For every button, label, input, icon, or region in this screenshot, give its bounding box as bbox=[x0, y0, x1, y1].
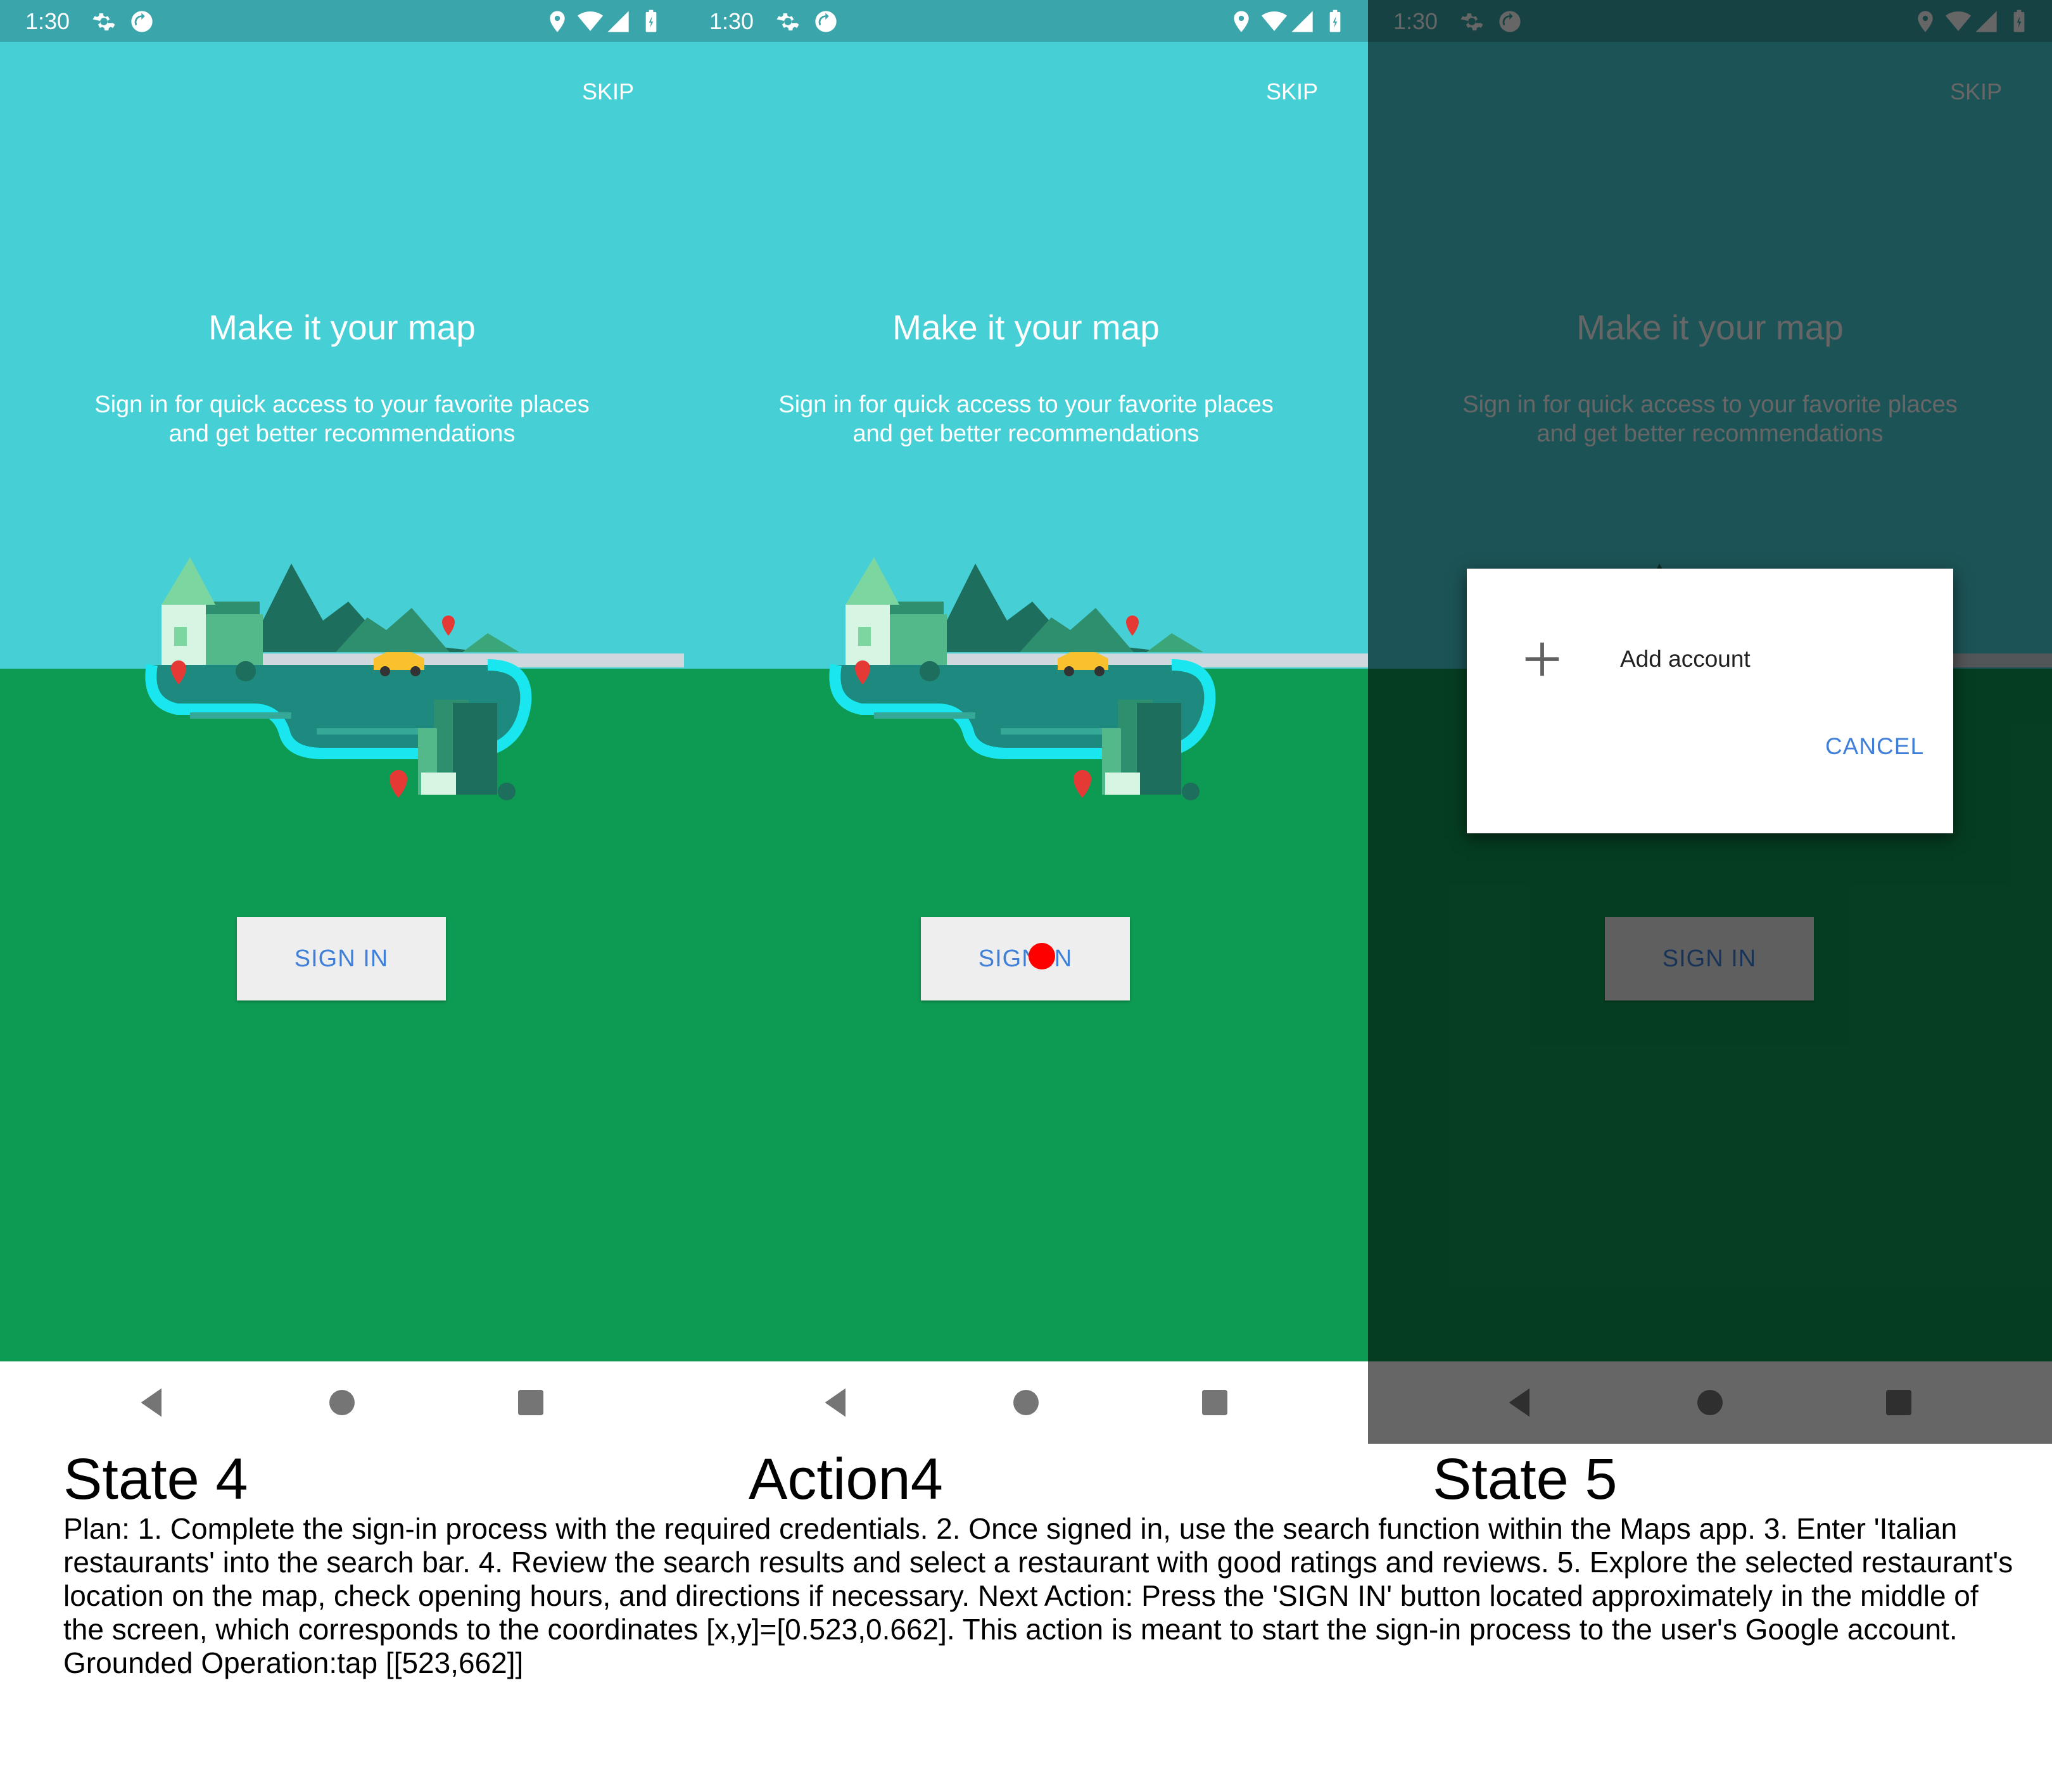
skip-button[interactable]: SKIP bbox=[1265, 77, 1319, 106]
headline: Make it your map bbox=[892, 308, 1160, 347]
phone-action-4: 1:30 SKIP Make it your map Sign in for q… bbox=[684, 0, 1368, 1444]
sync-icon bbox=[813, 9, 839, 34]
phone-state-5: 1:30 SKIP Make it your map Sign in for q… bbox=[1368, 0, 2052, 1444]
home-icon[interactable] bbox=[323, 1384, 361, 1422]
plan-description: Plan: 1. Complete the sign-in process wi… bbox=[63, 1512, 2013, 1679]
headline: Make it your map bbox=[208, 308, 476, 347]
status-bar: 1:30 bbox=[0, 0, 684, 42]
subtext: Sign in for quick access to your favorit… bbox=[0, 390, 684, 448]
add-account-option[interactable]: Add account bbox=[1620, 643, 1751, 675]
status-time: 1:30 bbox=[709, 8, 754, 34]
cancel-button[interactable]: CANCEL bbox=[1811, 731, 1938, 762]
phone-state-4: 1:30 SKIP Make it your map Sign in for q… bbox=[0, 0, 684, 1444]
battery-icon bbox=[638, 9, 664, 34]
map-illustration bbox=[133, 557, 684, 811]
map-illustration bbox=[817, 557, 1368, 811]
wifi-icon bbox=[1262, 9, 1287, 34]
account-dialog: Add account CANCEL bbox=[1467, 569, 1953, 833]
cell-signal-icon bbox=[605, 9, 631, 34]
caption-state-5: State 5 bbox=[1433, 1447, 1618, 1511]
tap-marker bbox=[1029, 943, 1055, 969]
caption-state-4: State 4 bbox=[63, 1447, 248, 1511]
back-icon[interactable] bbox=[133, 1384, 171, 1422]
subtext-line-2: and get better recommendations bbox=[852, 420, 1200, 447]
subtext: Sign in for quick access to your favorit… bbox=[684, 390, 1368, 448]
status-bar: 1:30 bbox=[684, 0, 1368, 42]
subtext-line-1: Sign in for quick access to your favorit… bbox=[94, 391, 590, 418]
recents-icon[interactable] bbox=[1196, 1384, 1234, 1422]
subtext-line-1: Sign in for quick access to your favorit… bbox=[778, 391, 1274, 418]
wifi-icon bbox=[578, 9, 603, 34]
battery-icon bbox=[1322, 9, 1348, 34]
settings-icon bbox=[91, 9, 117, 34]
navigation-bar bbox=[684, 1361, 1368, 1444]
navigation-bar bbox=[0, 1361, 684, 1444]
subtext-line-2: and get better recommendations bbox=[168, 420, 516, 447]
sync-icon bbox=[129, 9, 155, 34]
plus-icon[interactable] bbox=[1520, 637, 1564, 681]
home-icon[interactable] bbox=[1007, 1384, 1045, 1422]
recents-icon[interactable] bbox=[512, 1384, 550, 1422]
settings-icon bbox=[775, 9, 801, 34]
sign-in-button[interactable]: SIGN IN bbox=[237, 917, 446, 1000]
caption-action-4: Action4 bbox=[749, 1447, 943, 1511]
sign-in-button[interactable]: SIGN IN bbox=[921, 917, 1130, 1000]
back-icon[interactable] bbox=[817, 1384, 855, 1422]
skip-button[interactable]: SKIP bbox=[581, 77, 635, 106]
location-icon bbox=[545, 9, 570, 34]
cell-signal-icon bbox=[1289, 9, 1315, 34]
status-time: 1:30 bbox=[25, 8, 70, 34]
location-icon bbox=[1229, 9, 1254, 34]
